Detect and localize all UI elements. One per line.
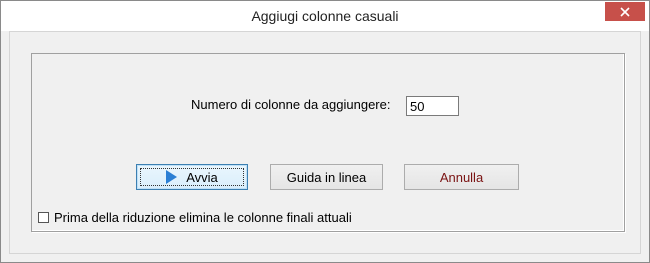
focus-rect bbox=[140, 168, 244, 186]
close-icon bbox=[620, 6, 630, 17]
help-button-label: Guida in linea bbox=[286, 169, 367, 185]
close-button[interactable] bbox=[605, 2, 645, 21]
help-button[interactable]: Guida in linea bbox=[270, 164, 383, 190]
title-bar[interactable]: Aggiugi colonne casuali bbox=[1, 1, 649, 31]
dialog-client-area: Numero di colonne da aggiungere: Avvia G… bbox=[9, 31, 641, 254]
dialog-window: Aggiugi colonne casuali Numero di colonn… bbox=[0, 0, 650, 263]
cancel-button[interactable]: Annulla bbox=[404, 164, 519, 190]
window-title: Aggiugi colonne casuali bbox=[251, 8, 399, 24]
remove-columns-label[interactable]: Prima della riduzione elimina le colonne… bbox=[54, 210, 352, 225]
remove-columns-checkbox[interactable] bbox=[38, 212, 49, 223]
column-count-input[interactable] bbox=[406, 96, 459, 116]
start-button[interactable]: Avvia bbox=[136, 164, 248, 190]
column-count-label: Numero di colonne da aggiungere: bbox=[191, 97, 391, 112]
cancel-button-label: Annulla bbox=[439, 169, 484, 185]
remove-columns-option[interactable]: Prima della riduzione elimina le colonne… bbox=[38, 210, 352, 225]
options-panel: Numero di colonne da aggiungere: Avvia G… bbox=[31, 53, 625, 232]
